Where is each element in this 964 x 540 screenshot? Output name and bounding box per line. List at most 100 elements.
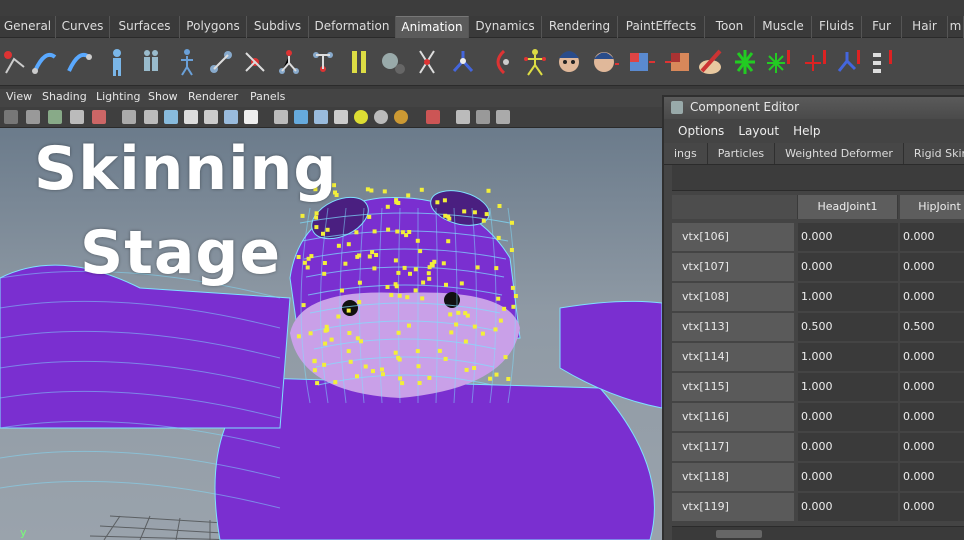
column-header-hipjoint[interactable]: HipJoint bbox=[900, 195, 964, 219]
weight-cell-headjoint1[interactable]: 1.000 bbox=[798, 283, 898, 311]
ik-handle-y-icon[interactable] bbox=[448, 44, 478, 80]
row-label[interactable]: vtx[107] bbox=[672, 253, 794, 281]
wireframe-icon[interactable] bbox=[122, 110, 136, 124]
two-d-pan-zoom-icon[interactable] bbox=[92, 110, 106, 124]
xray-icon[interactable] bbox=[294, 110, 308, 124]
viewport-menu-show[interactable]: Show bbox=[148, 89, 178, 103]
row-label[interactable]: vtx[114] bbox=[672, 343, 794, 371]
weight-cell-headjoint1[interactable]: 0.000 bbox=[798, 403, 898, 431]
detach-skin-icon[interactable] bbox=[868, 44, 898, 80]
insert-joint-icon[interactable] bbox=[240, 44, 270, 80]
shelf-tab-general[interactable]: General bbox=[0, 16, 56, 38]
color-manage-icon[interactable] bbox=[394, 110, 408, 124]
shelf-tab-muscle[interactable]: Muscle bbox=[755, 16, 812, 38]
horizontal-scrollbar[interactable] bbox=[672, 526, 964, 540]
weight-cell-headjoint1[interactable]: 0.500 bbox=[798, 313, 898, 341]
editor-tab-weighted-deformer[interactable]: Weighted Deformer bbox=[775, 143, 904, 164]
reset-bind-pose-icon[interactable] bbox=[834, 44, 864, 80]
editor-tab-rigid-skins[interactable]: Rigid Skins bbox=[904, 143, 964, 164]
row-label[interactable]: vtx[117] bbox=[672, 433, 794, 461]
shelf-tab-deformation[interactable]: Deformation bbox=[309, 16, 396, 38]
shelf-tab-polygons[interactable]: Polygons bbox=[180, 16, 247, 38]
orient-joint-icon[interactable] bbox=[308, 44, 338, 80]
field-chart-icon[interactable] bbox=[496, 110, 510, 124]
remove-joint-icon[interactable] bbox=[344, 44, 374, 80]
resolution-gate-icon[interactable] bbox=[456, 110, 470, 124]
shelf-tab-toon[interactable]: Toon bbox=[705, 16, 755, 38]
gate-mask-icon[interactable] bbox=[476, 110, 490, 124]
film-gate-icon[interactable] bbox=[426, 110, 440, 124]
weight-cell-headjoint1[interactable]: 0.000 bbox=[798, 253, 898, 281]
full-body-ik-icon[interactable] bbox=[520, 44, 550, 80]
shelf-tab-animation[interactable]: Animation bbox=[396, 16, 469, 38]
shaded-icon[interactable] bbox=[164, 110, 178, 124]
shelf-tab-fluids[interactable]: Fluids bbox=[812, 16, 862, 38]
shelf-tab-curves[interactable]: Curves bbox=[56, 16, 110, 38]
shelf-tab-dynamics[interactable]: Dynamics bbox=[469, 16, 542, 38]
editor-menu-layout[interactable]: Layout bbox=[738, 124, 779, 143]
skeleton-figure-icon[interactable] bbox=[172, 44, 202, 80]
weight-cell-headjoint1[interactable]: 0.000 bbox=[798, 493, 898, 521]
bookmark-icon[interactable] bbox=[48, 110, 62, 124]
head-rig-2-icon[interactable] bbox=[590, 44, 620, 80]
paint-weights-icon[interactable] bbox=[696, 44, 726, 80]
shadows-icon[interactable] bbox=[224, 110, 238, 124]
disconnect-joint-icon[interactable] bbox=[378, 44, 408, 80]
viewport-3d[interactable]: Skinning Stage y bbox=[0, 128, 662, 540]
mirror-joint-icon[interactable] bbox=[274, 44, 304, 80]
text-icon[interactable] bbox=[244, 110, 258, 124]
shelf-tab-fur[interactable]: Fur bbox=[862, 16, 902, 38]
exposure-icon[interactable] bbox=[354, 110, 368, 124]
weight-cell-headjoint1[interactable]: 0.000 bbox=[798, 223, 898, 251]
head-rig-icon[interactable] bbox=[554, 44, 584, 80]
weight-cell-hipjoint[interactable]: 0.000 bbox=[900, 493, 964, 521]
row-label[interactable]: vtx[113] bbox=[672, 313, 794, 341]
weight-cell-headjoint1[interactable]: 1.000 bbox=[798, 343, 898, 371]
component-editor-titlebar[interactable]: Component Editor bbox=[664, 97, 964, 119]
scrollbar-thumb[interactable] bbox=[716, 530, 762, 538]
viewport-menu-renderer[interactable]: Renderer bbox=[188, 89, 238, 103]
viewport-menu-lighting[interactable]: Lighting bbox=[96, 89, 140, 103]
weight-cell-hipjoint[interactable]: 0.000 bbox=[900, 373, 964, 401]
bind-skin-icon[interactable] bbox=[626, 44, 656, 80]
textured-icon[interactable] bbox=[184, 110, 198, 124]
ik-spline-2-icon[interactable] bbox=[64, 44, 94, 80]
connect-joint-icon[interactable] bbox=[412, 44, 442, 80]
weight-cell-hipjoint[interactable]: 0.000 bbox=[900, 463, 964, 491]
weight-cell-headjoint1[interactable]: 0.000 bbox=[798, 433, 898, 461]
shelf-tab-hair[interactable]: Hair bbox=[902, 16, 948, 38]
smooth-shade-icon[interactable] bbox=[144, 110, 158, 124]
weight-cell-hipjoint[interactable]: 0.000 bbox=[900, 343, 964, 371]
shelf-tab-subdivs[interactable]: Subdivs bbox=[247, 16, 309, 38]
checker-icon[interactable] bbox=[334, 110, 348, 124]
ik-spline-icon[interactable] bbox=[30, 44, 60, 80]
shelf-tab-rendering[interactable]: Rendering bbox=[542, 16, 618, 38]
character-set-icon[interactable] bbox=[136, 44, 166, 80]
select-camera-icon[interactable] bbox=[4, 110, 18, 124]
weight-cell-headjoint1[interactable]: 1.000 bbox=[798, 373, 898, 401]
smooth-bind-icon[interactable] bbox=[662, 44, 692, 80]
weight-cell-hipjoint[interactable]: 0.000 bbox=[900, 403, 964, 431]
joint-tool-icon[interactable] bbox=[206, 44, 236, 80]
row-label[interactable]: vtx[108] bbox=[672, 283, 794, 311]
weight-cell-headjoint1[interactable]: 0.000 bbox=[798, 463, 898, 491]
spline-ik-bracket-icon[interactable] bbox=[484, 44, 514, 80]
isolate-icon[interactable] bbox=[274, 110, 288, 124]
camera-attributes-icon[interactable] bbox=[26, 110, 40, 124]
weight-cell-hipjoint[interactable]: 0.000 bbox=[900, 223, 964, 251]
row-label[interactable]: vtx[115] bbox=[672, 373, 794, 401]
shelf-tab-surfaces[interactable]: Surfaces bbox=[110, 16, 180, 38]
ik-handle-icon[interactable] bbox=[0, 44, 30, 80]
influence-remove-icon[interactable] bbox=[800, 44, 830, 80]
gamma-icon[interactable] bbox=[374, 110, 388, 124]
column-header-headjoint1[interactable]: HeadJoint1 bbox=[798, 195, 898, 219]
influence-add-icon[interactable] bbox=[764, 44, 794, 80]
character-icon[interactable] bbox=[102, 44, 132, 80]
viewport-menu-shading[interactable]: Shading bbox=[42, 89, 87, 103]
weight-cell-hipjoint[interactable]: 0.000 bbox=[900, 433, 964, 461]
row-label[interactable]: vtx[119] bbox=[672, 493, 794, 521]
shelf-tab-painteffects[interactable]: PaintEffects bbox=[618, 16, 705, 38]
weight-cell-hipjoint[interactable]: 0.000 bbox=[900, 253, 964, 281]
cluster-icon[interactable] bbox=[730, 44, 760, 80]
lights-icon[interactable] bbox=[204, 110, 218, 124]
